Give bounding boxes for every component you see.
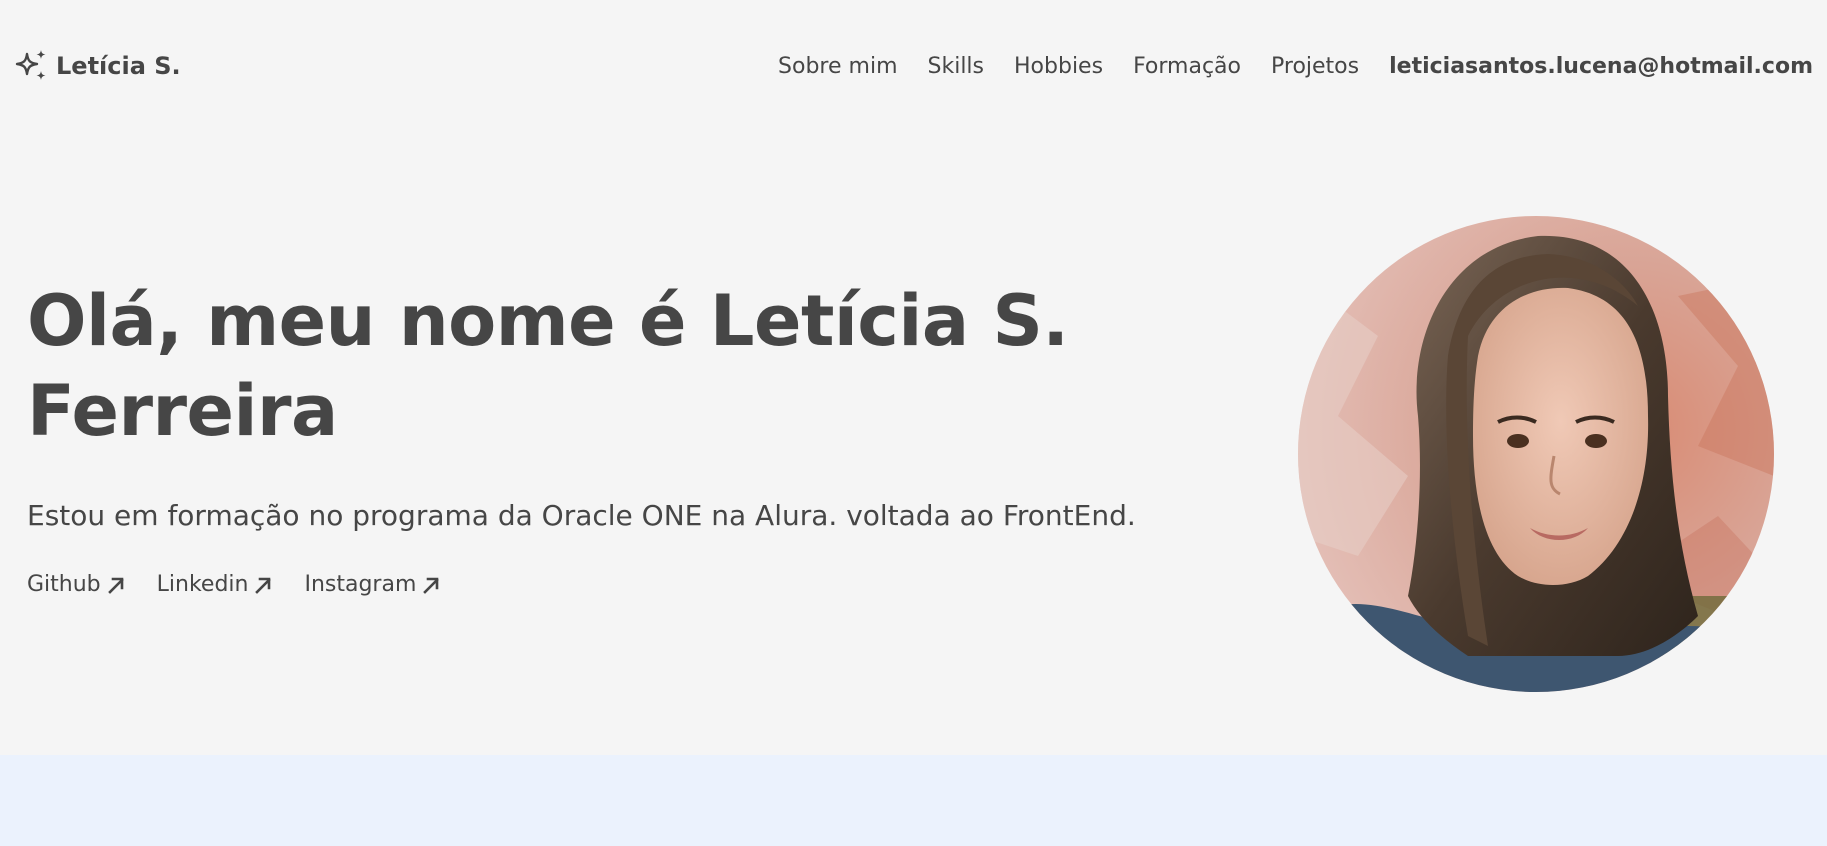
linkedin-link-label: Linkedin [156,572,249,597]
github-link[interactable]: Github [27,572,127,597]
profile-photo [1298,216,1774,692]
nav-link-sobre-mim[interactable]: Sobre mim [778,54,897,79]
brand[interactable]: Letícia S. [14,48,181,84]
brand-name: Letícia S. [56,52,181,80]
hero-section: Olá, meu nome é Letícia S. Ferreira Esto… [27,276,1247,597]
nav-link-formacao[interactable]: Formação [1133,54,1241,79]
nav-link-projetos[interactable]: Projetos [1271,54,1359,79]
linkedin-link[interactable]: Linkedin [157,572,275,597]
hero-title-line2: Ferreira [27,370,338,452]
nav-link-skills[interactable]: Skills [928,54,985,79]
next-section [0,755,1827,846]
arrow-up-right-icon [423,577,440,594]
hero-title-line1: Olá, meu nome é Letícia S. [27,280,1069,362]
instagram-link[interactable]: Instagram [304,572,442,597]
arrow-up-right-icon [255,577,272,594]
email-link[interactable]: leticiasantos.lucena@hotmail.com [1389,54,1813,79]
nav-link-hobbies[interactable]: Hobbies [1014,54,1103,79]
arrow-up-right-icon [107,577,124,594]
instagram-link-label: Instagram [304,572,417,597]
main-nav: Sobre mim Skills Hobbies Formação Projet… [778,48,1813,84]
sparkles-icon [15,50,46,80]
github-link-label: Github [27,572,101,597]
site-header: Letícia S. Sobre mim Skills Hobbies Form… [0,0,1827,132]
hero-title: Olá, meu nome é Letícia S. Ferreira [27,276,1247,456]
hero-subtitle: Estou em formação no programa da Oracle … [27,499,1136,532]
profile-photo-illustration [1298,216,1774,692]
social-links: Github Linkedin Instagram [27,572,1247,597]
